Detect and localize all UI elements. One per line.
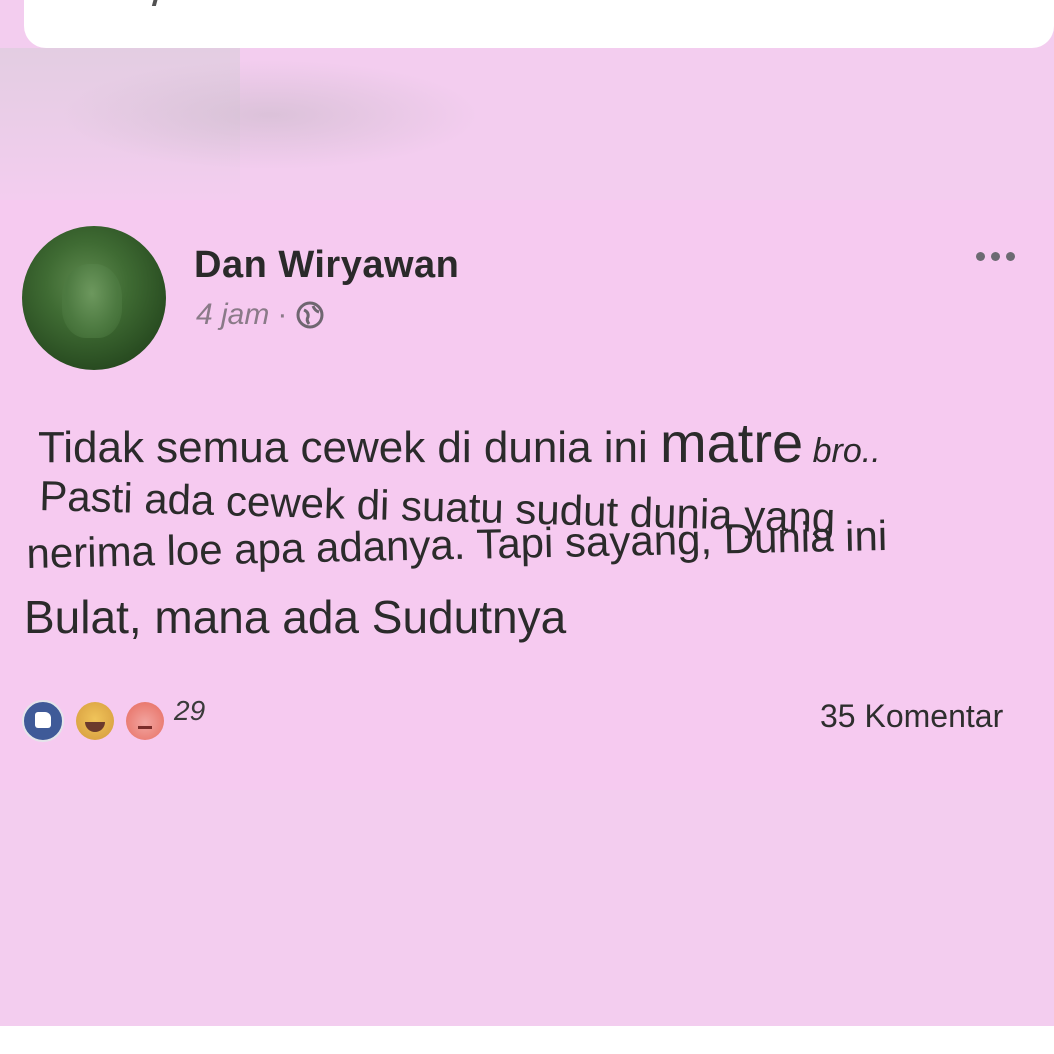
globe-icon	[296, 301, 324, 329]
cropped-text-fragment	[151, 0, 181, 6]
angry-icon	[126, 702, 164, 740]
post-meta: 4 jam ·	[196, 298, 325, 332]
post-text-segment: Tidak semua cewek di dunia ini	[38, 423, 661, 472]
more-options-icon[interactable]	[976, 252, 1015, 261]
post-time[interactable]: 4 jam	[196, 298, 269, 332]
post-text-line-1: Tidak semua cewek di dunia ini matre bro…	[38, 410, 881, 475]
like-icon	[22, 700, 64, 742]
avatar-face	[62, 264, 122, 338]
more-dot	[991, 252, 1000, 261]
haha-icon	[76, 702, 114, 740]
avatar[interactable]	[22, 226, 166, 370]
background-blur-blob	[60, 60, 480, 170]
reaction-count: 29	[174, 695, 206, 726]
more-dot	[976, 252, 985, 261]
post-text-emphasis: matre	[660, 411, 804, 474]
post-text-segment: bro..	[803, 432, 881, 470]
meta-separator: ·	[277, 298, 288, 331]
more-dot	[1006, 252, 1015, 261]
reactions-summary[interactable]: 29	[22, 695, 205, 742]
bottom-border	[0, 1026, 1054, 1054]
comment-count[interactable]: 35 Komentar	[820, 698, 1003, 735]
post-text-line-4: Bulat, mana ada Sudutnya	[24, 591, 567, 643]
screenshot-canvas: Dan Wiryawan 4 jam · Tidak semua cewek d…	[0, 0, 1054, 1054]
top-card-fragment	[24, 0, 1054, 48]
author-name[interactable]: Dan Wiryawan	[194, 244, 459, 287]
